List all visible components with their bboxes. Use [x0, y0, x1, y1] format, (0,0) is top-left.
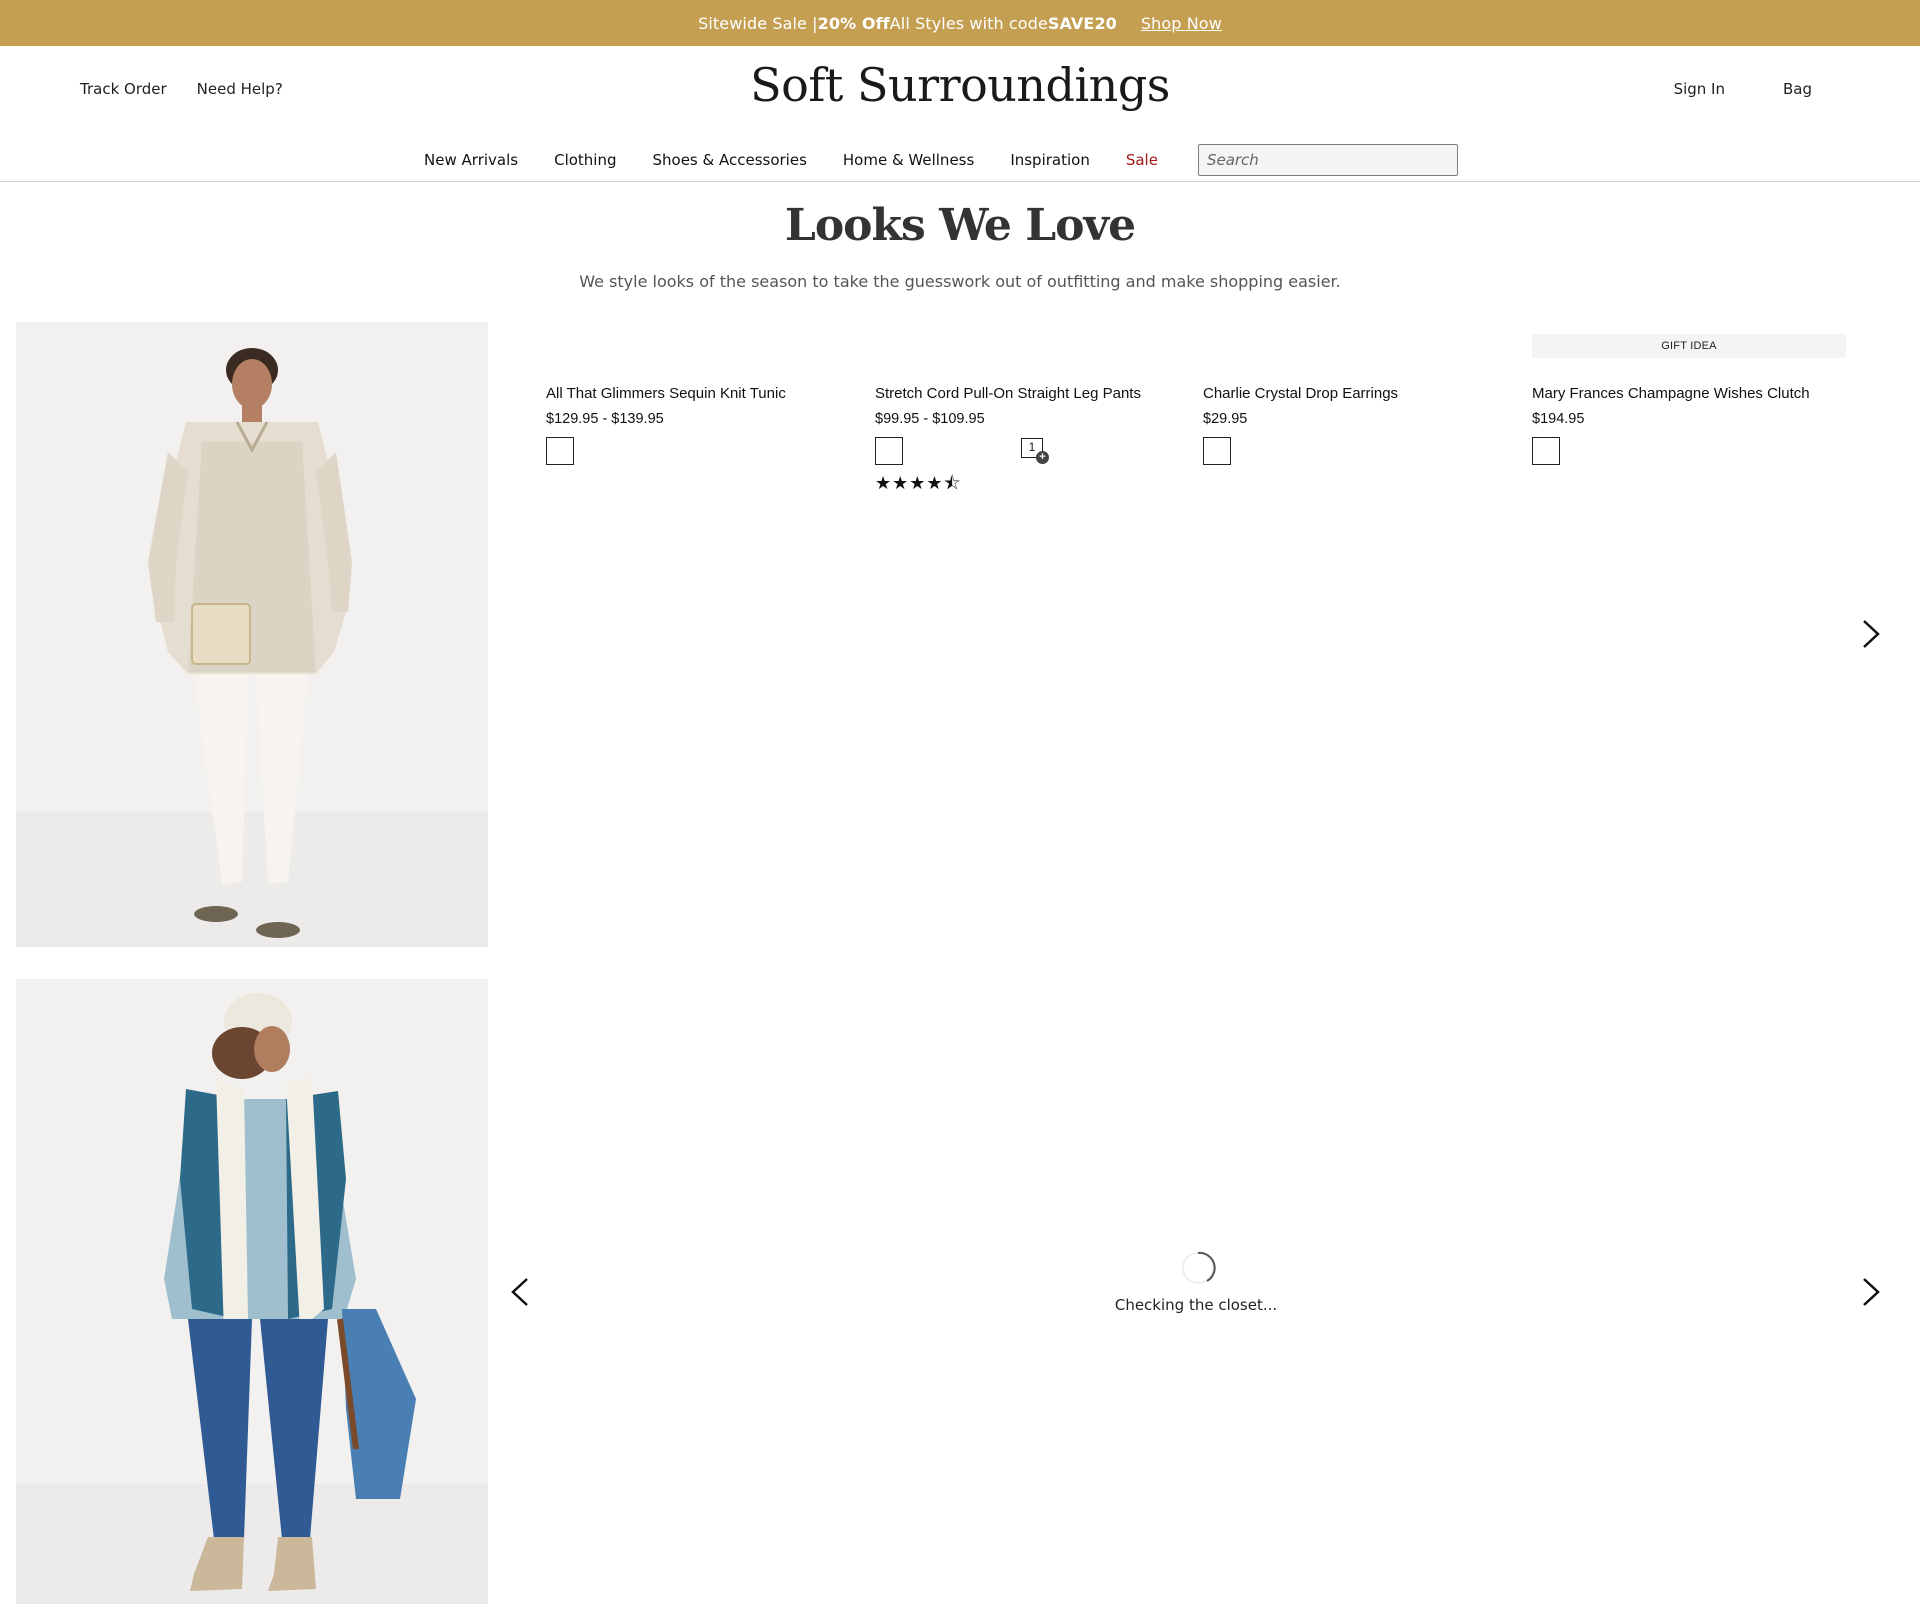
promo-middle: All Styles with code: [889, 13, 1048, 33]
nav-item-home-wellness[interactable]: Home & Wellness: [843, 151, 974, 169]
product-badge: [1203, 334, 1517, 358]
product-price: $99.95 - $109.95: [875, 411, 985, 427]
chevron-right-icon[interactable]: [1856, 617, 1884, 651]
product-card[interactable]: All That Glimmers Sequin Knit Tunic $129…: [546, 334, 860, 465]
shop-now-link[interactable]: Shop Now: [1141, 14, 1222, 33]
product-name[interactable]: Stretch Cord Pull-On Straight Leg Pants: [875, 385, 1189, 402]
product-price: $29.95: [1203, 411, 1248, 427]
site-logo[interactable]: Soft Surroundings: [0, 58, 1920, 112]
look-image[interactable]: [16, 322, 488, 947]
promo-banner: Sitewide Sale | 20% Off All Styles with …: [0, 0, 1920, 46]
bag-link[interactable]: Bag: [1783, 80, 1812, 98]
product-swatches: 1 +: [875, 437, 1189, 465]
promo-prefix: Sitewide Sale |: [698, 13, 818, 33]
product-card[interactable]: Charlie Crystal Drop Earrings $29.95: [1203, 334, 1517, 465]
nav-item-new-arrivals[interactable]: New Arrivals: [424, 151, 518, 169]
promo-highlight: 20% Off: [817, 13, 890, 33]
model-photo-quilted-vest: [16, 979, 488, 1604]
search-input[interactable]: [1197, 144, 1458, 176]
main-nav: New Arrivals Clothing Shoes & Accessorie…: [0, 138, 1920, 182]
product-badge: [875, 334, 1189, 358]
nav-item-clothing[interactable]: Clothing: [554, 151, 616, 169]
utility-links-right: Sign In Bag: [1674, 80, 1812, 98]
look-image[interactable]: [16, 979, 488, 1604]
loading-text: Checking the closet...: [1114, 1296, 1278, 1314]
loading-spinner-icon: [1180, 1250, 1216, 1286]
product-price: $129.95 - $139.95: [546, 411, 664, 427]
product-name[interactable]: Charlie Crystal Drop Earrings: [1203, 385, 1517, 402]
color-swatch[interactable]: [1532, 437, 1560, 465]
color-swatch[interactable]: [546, 437, 574, 465]
sign-in-link[interactable]: Sign In: [1674, 80, 1725, 98]
model-photo-sequin-tunic: [16, 322, 488, 947]
chevron-right-icon[interactable]: [1856, 1275, 1884, 1309]
product-badge: [546, 334, 860, 358]
nav-item-shoes-accessories[interactable]: Shoes & Accessories: [653, 151, 807, 169]
page-subtitle: We style looks of the season to take the…: [579, 272, 1341, 291]
product-name[interactable]: All That Glimmers Sequin Knit Tunic: [546, 385, 860, 402]
product-swatches: [1203, 437, 1517, 465]
page-title: Looks We Love: [784, 200, 1136, 251]
product-card[interactable]: Stretch Cord Pull-On Straight Leg Pants …: [875, 334, 1189, 501]
plus-icon: +: [1036, 451, 1049, 464]
product-card[interactable]: GIFT IDEA Mary Frances Champagne Wishes …: [1532, 334, 1846, 465]
product-name[interactable]: Mary Frances Champagne Wishes Clutch: [1532, 385, 1846, 402]
product-swatches: [546, 437, 860, 465]
quantity-add-icon[interactable]: 1 +: [1021, 438, 1049, 464]
color-swatch[interactable]: [875, 437, 903, 465]
gift-idea-badge: GIFT IDEA: [1532, 334, 1846, 358]
product-price: $194.95: [1532, 411, 1585, 427]
promo-code: SAVE20: [1047, 13, 1117, 33]
nav-item-sale[interactable]: Sale: [1126, 151, 1158, 169]
chevron-left-icon[interactable]: [507, 1275, 535, 1309]
nav-divider: [0, 181, 1920, 182]
nav-item-inspiration[interactable]: Inspiration: [1010, 151, 1090, 169]
color-swatch[interactable]: [1203, 437, 1231, 465]
star-rating[interactable]: ★★★★⯪: [875, 471, 1189, 501]
product-swatches: [1532, 437, 1846, 465]
